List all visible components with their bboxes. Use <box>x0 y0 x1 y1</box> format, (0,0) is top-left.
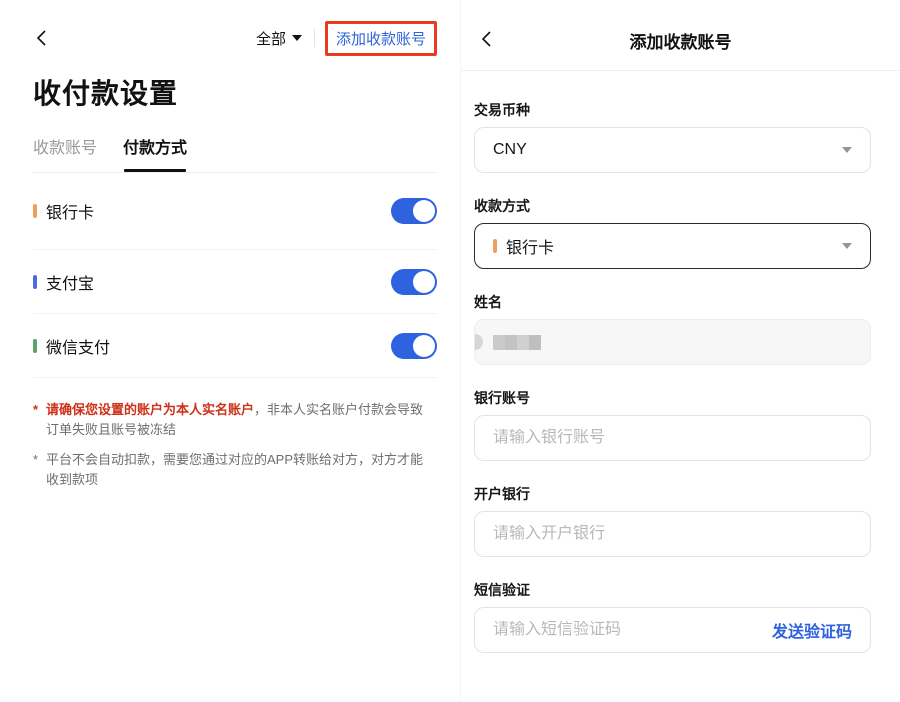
currency-label: 交易币种 <box>474 101 871 119</box>
name-label: 姓名 <box>474 293 871 311</box>
method-select[interactable]: 银行卡 <box>474 223 871 269</box>
header-divider <box>314 29 315 47</box>
filter-dropdown[interactable]: 全部 <box>256 28 302 49</box>
note-star: * <box>33 400 38 420</box>
currency-select[interactable]: CNY <box>474 127 871 173</box>
sms-code-input[interactable] <box>493 621 760 639</box>
bank-label: 开户银行 <box>474 485 871 503</box>
send-code-button[interactable]: 发送验证码 <box>772 618 852 642</box>
notes: *请确保您设置的账户为本人实名账户，非本人实名账户付款会导致订单失败且账号被冻结… <box>33 400 433 491</box>
caret-down-icon <box>842 243 852 249</box>
wechat-indicator-bar <box>33 339 37 353</box>
note-realname-warning: *请确保您设置的账户为本人实名账户，非本人实名账户付款会导致订单失败且账号被冻结 <box>33 400 433 440</box>
note-rest: 平台不会自动扣款，需要您通过对应的APP转账给对方，对方才能收到款项 <box>46 452 423 487</box>
redacted-name-value <box>493 335 541 350</box>
name-group: 姓名 <box>474 293 871 365</box>
sms-field: 发送验证码 <box>474 607 871 653</box>
account-label: 银行账号 <box>474 389 871 407</box>
payment-method-label: 银行卡 <box>46 199 94 223</box>
sms-label: 短信验证 <box>474 581 871 599</box>
toggle-knob <box>413 335 435 357</box>
app-root: 全部 添加收款账号 收付款设置 收款账号 付款方式 银行卡 支付宝 微信支付 <box>0 0 900 702</box>
tabs: 收款账号 付款方式 <box>33 134 437 173</box>
payment-method-row-bank: 银行卡 <box>33 173 437 250</box>
redacted-shape <box>474 334 483 350</box>
method-label: 收款方式 <box>474 197 871 215</box>
bank-name-input[interactable] <box>493 525 852 543</box>
currency-value: CNY <box>493 141 527 159</box>
method-group: 收款方式 银行卡 <box>474 197 871 269</box>
toggle-knob <box>413 271 435 293</box>
right-header: 添加收款账号 <box>461 0 900 71</box>
account-field <box>474 415 871 461</box>
back-button[interactable] <box>33 29 51 47</box>
note-highlight: 请确保您设置的账户为本人实名账户 <box>46 402 254 417</box>
payment-method-row-alipay: 支付宝 <box>33 250 437 314</box>
bank-account-input[interactable] <box>493 429 852 447</box>
add-account-form: 交易币种 CNY 收款方式 银行卡 姓名 <box>461 71 900 653</box>
payment-method-row-wechat: 微信支付 <box>33 314 437 378</box>
page-title: 收付款设置 <box>33 72 437 112</box>
payment-settings-panel: 全部 添加收款账号 收付款设置 收款账号 付款方式 银行卡 支付宝 微信支付 <box>0 0 460 702</box>
caret-down-icon <box>842 147 852 153</box>
name-field[interactable] <box>474 319 871 365</box>
add-account-panel: 添加收款账号 交易币种 CNY 收款方式 银行卡 姓名 <box>460 0 900 702</box>
alipay-toggle[interactable] <box>391 269 437 295</box>
bank-toggle[interactable] <box>391 198 437 224</box>
method-value: 银行卡 <box>506 234 554 258</box>
wechat-toggle[interactable] <box>391 333 437 359</box>
payment-method-label: 支付宝 <box>46 270 94 294</box>
bank-group: 开户银行 <box>474 485 871 557</box>
tab-receive-accounts[interactable]: 收款账号 <box>33 134 97 158</box>
bank-field <box>474 511 871 557</box>
currency-group: 交易币种 CNY <box>474 101 871 173</box>
add-payee-account-button[interactable]: 添加收款账号 <box>325 21 437 56</box>
tab-payment-methods[interactable]: 付款方式 <box>123 134 187 158</box>
bank-indicator-bar <box>33 204 37 218</box>
toggle-knob <box>413 200 435 222</box>
payment-method-label: 微信支付 <box>46 334 110 358</box>
note-transfer-info: * 平台不会自动扣款，需要您通过对应的APP转账给对方，对方才能收到款项 <box>33 450 433 490</box>
alipay-indicator-bar <box>33 275 37 289</box>
account-group: 银行账号 <box>474 389 871 461</box>
bank-indicator-bar <box>493 239 497 253</box>
panel-title: 添加收款账号 <box>461 28 900 53</box>
caret-down-icon <box>292 35 302 41</box>
left-header: 全部 添加收款账号 <box>33 20 437 56</box>
filter-label: 全部 <box>256 28 286 49</box>
chevron-left-icon <box>33 29 51 47</box>
note-star: * <box>33 450 38 470</box>
sms-group: 短信验证 发送验证码 <box>474 581 871 653</box>
